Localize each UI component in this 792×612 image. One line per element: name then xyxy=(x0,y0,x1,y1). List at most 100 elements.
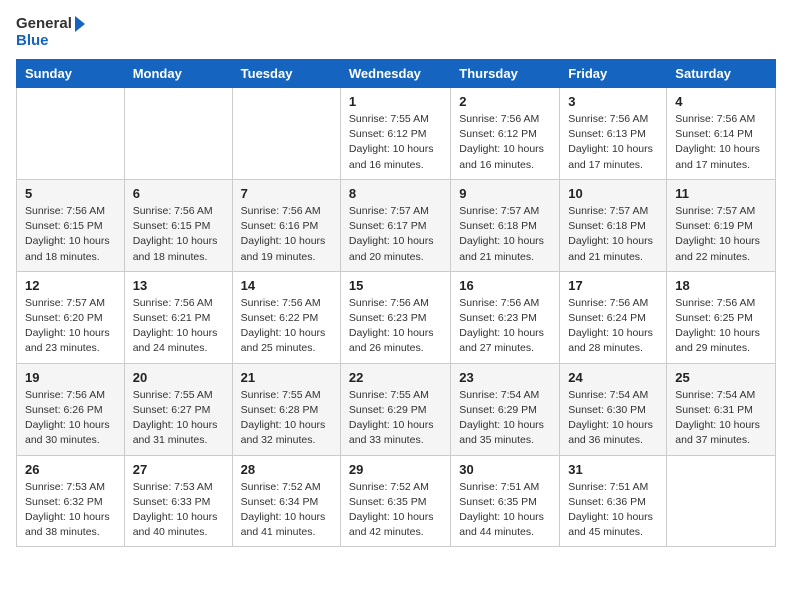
calendar-cell: 14 Sunrise: 7:56 AMSunset: 6:22 PMDayligh… xyxy=(232,271,340,363)
day-number: 24 xyxy=(568,370,658,385)
day-number: 28 xyxy=(241,462,332,477)
day-info: Sunrise: 7:57 AMSunset: 6:20 PMDaylight:… xyxy=(25,296,116,357)
day-info: Sunrise: 7:53 AMSunset: 6:32 PMDaylight:… xyxy=(25,480,116,541)
calendar-cell: 13 Sunrise: 7:56 AMSunset: 6:21 PMDayligh… xyxy=(124,271,232,363)
day-number: 2 xyxy=(459,94,551,109)
calendar-cell: 5Sunrise: 7:56 AMSunset: 6:15 PMDaylight… xyxy=(17,179,125,271)
day-number: 13 xyxy=(133,278,224,293)
day-info: Sunrise: 7:54 AMSunset: 6:31 PMDaylight:… xyxy=(675,388,767,449)
day-info: Sunrise: 7:52 AMSunset: 6:34 PMDaylight:… xyxy=(241,480,332,541)
day-info: Sunrise: 7:51 AMSunset: 6:35 PMDaylight:… xyxy=(459,480,551,541)
calendar-cell: 31 Sunrise: 7:51 AMSunset: 6:36 PMDayligh… xyxy=(560,455,667,547)
calendar-cell: 28 Sunrise: 7:52 AMSunset: 6:34 PMDayligh… xyxy=(232,455,340,547)
calendar-cell: 3 Sunrise: 7:56 AMSunset: 6:13 PMDaylight… xyxy=(560,88,667,180)
day-info: Sunrise: 7:56 AMSunset: 6:15 PMDaylight:… xyxy=(133,204,224,265)
col-header-thursday: Thursday xyxy=(451,60,560,88)
calendar-cell: 30 Sunrise: 7:51 AMSunset: 6:35 PMDayligh… xyxy=(451,455,560,547)
day-number: 15 xyxy=(349,278,442,293)
day-number: 9 xyxy=(459,186,551,201)
day-number: 8 xyxy=(349,186,442,201)
day-info: Sunrise: 7:55 AMSunset: 6:12 PMDaylight:… xyxy=(349,112,442,173)
day-info: Sunrise: 7:56 AMSunset: 6:13 PMDaylight:… xyxy=(568,112,658,173)
calendar-cell: 25 Sunrise: 7:54 AMSunset: 6:31 PMDayligh… xyxy=(667,363,776,455)
calendar-cell: 12 Sunrise: 7:57 AMSunset: 6:20 PMDayligh… xyxy=(17,271,125,363)
calendar-cell: 27Sunrise: 7:53 AMSunset: 6:33 PMDayligh… xyxy=(124,455,232,547)
day-info: Sunrise: 7:55 AMSunset: 6:28 PMDaylight:… xyxy=(241,388,332,449)
calendar-cell: 9 Sunrise: 7:57 AMSunset: 6:18 PMDaylight… xyxy=(451,179,560,271)
day-number: 30 xyxy=(459,462,551,477)
day-number: 5 xyxy=(25,186,116,201)
col-header-wednesday: Wednesday xyxy=(340,60,450,88)
calendar-cell: 21 Sunrise: 7:55 AMSunset: 6:28 PMDayligh… xyxy=(232,363,340,455)
day-number: 7 xyxy=(241,186,332,201)
calendar-cell: 17 Sunrise: 7:56 AMSunset: 6:24 PMDayligh… xyxy=(560,271,667,363)
day-info: Sunrise: 7:56 AMSunset: 6:25 PMDaylight:… xyxy=(675,296,767,357)
day-number: 1 xyxy=(349,94,442,109)
calendar-week-row: 19 Sunrise: 7:56 AMSunset: 6:26 PMDayligh… xyxy=(17,363,776,455)
calendar-cell xyxy=(124,88,232,180)
day-info: Sunrise: 7:53 AMSunset: 6:33 PMDaylight:… xyxy=(133,480,224,541)
day-info: Sunrise: 7:55 AMSunset: 6:27 PMDaylight:… xyxy=(133,388,224,449)
day-number: 17 xyxy=(568,278,658,293)
day-info: Sunrise: 7:57 AMSunset: 6:18 PMDaylight:… xyxy=(459,204,551,265)
calendar-cell: 6 Sunrise: 7:56 AMSunset: 6:15 PMDaylight… xyxy=(124,179,232,271)
calendar-week-row: 1 Sunrise: 7:55 AMSunset: 6:12 PMDaylight… xyxy=(17,88,776,180)
day-info: Sunrise: 7:54 AMSunset: 6:30 PMDaylight:… xyxy=(568,388,658,449)
calendar-cell: 22Sunrise: 7:55 AMSunset: 6:29 PMDayligh… xyxy=(340,363,450,455)
day-number: 14 xyxy=(241,278,332,293)
calendar-cell: 19 Sunrise: 7:56 AMSunset: 6:26 PMDayligh… xyxy=(17,363,125,455)
day-number: 16 xyxy=(459,278,551,293)
day-number: 10 xyxy=(568,186,658,201)
day-number: 4 xyxy=(675,94,767,109)
calendar-cell xyxy=(667,455,776,547)
day-number: 31 xyxy=(568,462,658,477)
day-number: 29 xyxy=(349,462,442,477)
calendar-week-row: 5 Sunrise: 7:56 AMSunset: 6:15 PMDaylight… xyxy=(17,179,776,271)
calendar-week-row: 12 Sunrise: 7:57 AMSunset: 6:20 PMDayligh… xyxy=(17,271,776,363)
calendar-cell: 24 Sunrise: 7:54 AMSunset: 6:30 PMDayligh… xyxy=(560,363,667,455)
page-header: General Blue xyxy=(16,16,776,49)
day-number: 23 xyxy=(459,370,551,385)
day-info: Sunrise: 7:54 AMSunset: 6:29 PMDaylight:… xyxy=(459,388,551,449)
day-info: Sunrise: 7:56 AMSunset: 6:14 PMDaylight:… xyxy=(675,112,767,173)
day-info: Sunrise: 7:56 AMSunset: 6:21 PMDaylight:… xyxy=(133,296,224,357)
day-info: Sunrise: 7:56 AMSunset: 6:16 PMDaylight:… xyxy=(241,204,332,265)
calendar-header-row: SundayMondayTuesdayWednesdayThursdayFrid… xyxy=(17,60,776,88)
col-header-sunday: Sunday xyxy=(17,60,125,88)
day-number: 18 xyxy=(675,278,767,293)
day-number: 6 xyxy=(133,186,224,201)
logo-text: General Blue xyxy=(16,16,85,49)
day-info: Sunrise: 7:56 AMSunset: 6:26 PMDaylight:… xyxy=(25,388,116,449)
calendar-cell xyxy=(17,88,125,180)
logo-arrow-icon xyxy=(75,16,85,32)
calendar-cell: 20 Sunrise: 7:55 AMSunset: 6:27 PMDayligh… xyxy=(124,363,232,455)
calendar-week-row: 26Sunrise: 7:53 AMSunset: 6:32 PMDayligh… xyxy=(17,455,776,547)
col-header-monday: Monday xyxy=(124,60,232,88)
day-info: Sunrise: 7:56 AMSunset: 6:23 PMDaylight:… xyxy=(349,296,442,357)
day-info: Sunrise: 7:56 AMSunset: 6:12 PMDaylight:… xyxy=(459,112,551,173)
calendar-cell xyxy=(232,88,340,180)
day-info: Sunrise: 7:52 AMSunset: 6:35 PMDaylight:… xyxy=(349,480,442,541)
day-number: 12 xyxy=(25,278,116,293)
calendar-cell: 8 Sunrise: 7:57 AMSunset: 6:17 PMDaylight… xyxy=(340,179,450,271)
logo: General Blue xyxy=(16,16,85,49)
day-number: 21 xyxy=(241,370,332,385)
day-number: 19 xyxy=(25,370,116,385)
day-number: 25 xyxy=(675,370,767,385)
calendar-cell: 16 Sunrise: 7:56 AMSunset: 6:23 PMDayligh… xyxy=(451,271,560,363)
calendar-cell: 18 Sunrise: 7:56 AMSunset: 6:25 PMDayligh… xyxy=(667,271,776,363)
day-number: 3 xyxy=(568,94,658,109)
calendar-cell: 2 Sunrise: 7:56 AMSunset: 6:12 PMDaylight… xyxy=(451,88,560,180)
calendar-cell: 4 Sunrise: 7:56 AMSunset: 6:14 PMDaylight… xyxy=(667,88,776,180)
day-info: Sunrise: 7:57 AMSunset: 6:17 PMDaylight:… xyxy=(349,204,442,265)
day-info: Sunrise: 7:56 AMSunset: 6:23 PMDaylight:… xyxy=(459,296,551,357)
day-info: Sunrise: 7:56 AMSunset: 6:22 PMDaylight:… xyxy=(241,296,332,357)
calendar-cell: 10Sunrise: 7:57 AMSunset: 6:18 PMDayligh… xyxy=(560,179,667,271)
day-number: 20 xyxy=(133,370,224,385)
col-header-saturday: Saturday xyxy=(667,60,776,88)
day-info: Sunrise: 7:56 AMSunset: 6:24 PMDaylight:… xyxy=(568,296,658,357)
col-header-friday: Friday xyxy=(560,60,667,88)
day-info: Sunrise: 7:51 AMSunset: 6:36 PMDaylight:… xyxy=(568,480,658,541)
day-number: 11 xyxy=(675,186,767,201)
calendar-cell: 29 Sunrise: 7:52 AMSunset: 6:35 PMDayligh… xyxy=(340,455,450,547)
